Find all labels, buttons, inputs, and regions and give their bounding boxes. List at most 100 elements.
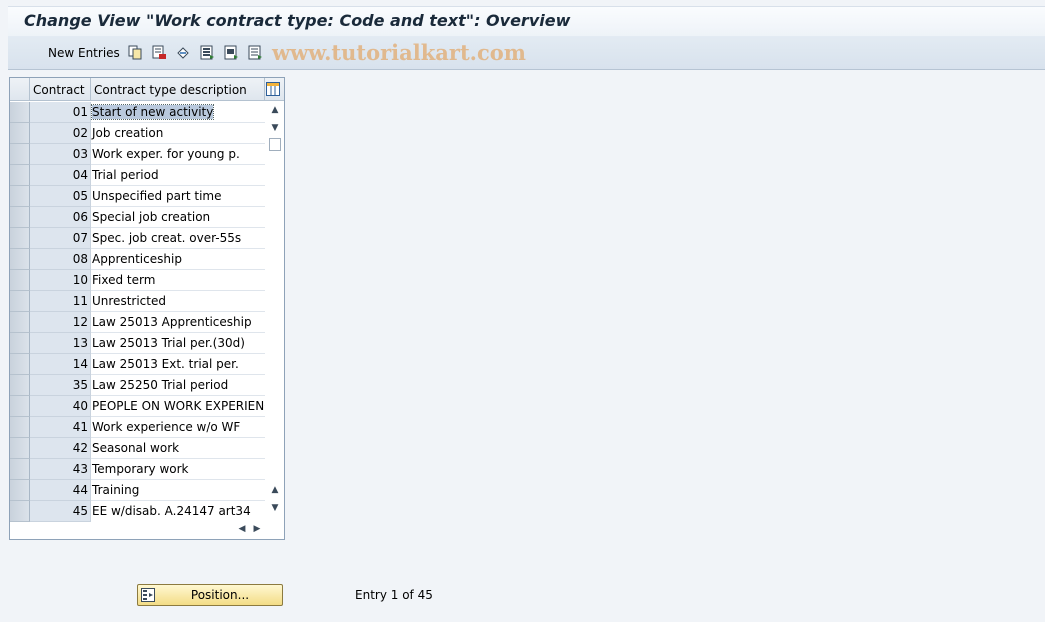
page-up-icon[interactable]: ▲ (269, 484, 281, 496)
description-cell[interactable]: EE w/disab. A.24147 art34 (91, 501, 265, 522)
table-row[interactable]: 44 Training (10, 480, 265, 501)
description-cell[interactable]: Seasonal work (91, 438, 265, 459)
scroll-up-icon[interactable]: ▲ (269, 104, 281, 116)
table-row[interactable]: 11 Unrestricted (10, 291, 265, 312)
description-cell[interactable]: Job creation (91, 123, 265, 144)
row-selector[interactable] (10, 501, 30, 522)
description-cell[interactable]: Law 25013 Ext. trial per. (91, 354, 265, 375)
delete-icon[interactable] (152, 45, 167, 60)
row-selector[interactable] (10, 312, 30, 333)
row-selector[interactable] (10, 165, 30, 186)
description-cell[interactable]: Fixed term (91, 270, 265, 291)
description-cell[interactable]: Unspecified part time (91, 186, 265, 207)
description-cell[interactable]: Temporary work (91, 459, 265, 480)
contract-code-cell: 11 (30, 291, 91, 312)
table-row[interactable]: 04 Trial period (10, 165, 265, 186)
contract-code-cell: 14 (30, 354, 91, 375)
scroll-thumb[interactable] (269, 138, 281, 151)
description-cell[interactable]: Apprenticeship (91, 249, 265, 270)
table-row[interactable]: 35 Law 25250 Trial period (10, 375, 265, 396)
description-cell[interactable]: Trial period (91, 165, 265, 186)
table-settings-icon[interactable] (266, 82, 280, 96)
horizontal-scrollbar[interactable]: ◀ ▶ (91, 521, 265, 538)
row-selector[interactable] (10, 207, 30, 228)
description-cell[interactable]: Work exper. for young p. (91, 144, 265, 165)
description-cell[interactable]: Work experience w/o WF (91, 417, 265, 438)
vertical-scrollbar[interactable]: ▲ ▼ ▲ ▼ (266, 102, 284, 521)
table-row[interactable]: 10 Fixed term (10, 270, 265, 291)
row-selector[interactable] (10, 333, 30, 354)
table-row[interactable]: 03 Work exper. for young p. (10, 144, 265, 165)
row-selector[interactable] (10, 228, 30, 249)
table-row[interactable]: 05 Unspecified part time (10, 186, 265, 207)
table-row[interactable]: 42 Seasonal work (10, 438, 265, 459)
select-all-rows-cell[interactable] (10, 78, 30, 101)
column-header-contract[interactable]: Contract (30, 78, 91, 101)
scroll-down-icon[interactable]: ▼ (269, 502, 281, 514)
table-row[interactable]: 02 Job creation (10, 123, 265, 144)
title-bar: Change View "Work contract type: Code an… (8, 6, 1045, 36)
table-row[interactable]: 08 Apprenticeship (10, 249, 265, 270)
row-selector[interactable] (10, 249, 30, 270)
table-row[interactable]: 14 Law 25013 Ext. trial per. (10, 354, 265, 375)
contract-code-cell: 08 (30, 249, 91, 270)
table-row[interactable]: 01 Start of new activity (10, 102, 265, 123)
description-cell[interactable]: Special job creation (91, 207, 265, 228)
table-row[interactable]: 07 Spec. job creat. over-55s (10, 228, 265, 249)
selected-text: Start of new activity (91, 104, 215, 120)
contract-type-table: Contract Contract type description 01 Sta… (9, 77, 285, 540)
row-selector[interactable] (10, 270, 30, 291)
new-entries-button[interactable]: New Entries (48, 46, 120, 60)
row-selector[interactable] (10, 102, 30, 123)
page-down-icon[interactable]: ▼ (269, 122, 281, 134)
contract-code-cell: 35 (30, 375, 91, 396)
table-row[interactable]: 13 Law 25013 Trial per.(30d) (10, 333, 265, 354)
description-cell[interactable]: Law 25013 Apprenticeship (91, 312, 265, 333)
copy-icon[interactable] (128, 45, 143, 60)
contract-code-cell: 40 (30, 396, 91, 417)
description-cell[interactable]: PEOPLE ON WORK EXPERIENCE (91, 396, 265, 417)
contract-code-cell: 07 (30, 228, 91, 249)
row-selector[interactable] (10, 186, 30, 207)
description-cell[interactable]: Unrestricted (91, 291, 265, 312)
description-cell[interactable]: Spec. job creat. over-55s (91, 228, 265, 249)
scroll-right-icon[interactable]: ▶ (251, 523, 263, 535)
deselect-all-icon[interactable] (248, 45, 263, 60)
contract-code-cell: 05 (30, 186, 91, 207)
description-cell[interactable]: Law 25013 Trial per.(30d) (91, 333, 265, 354)
row-selector[interactable] (10, 396, 30, 417)
row-selector[interactable] (10, 123, 30, 144)
row-selector[interactable] (10, 480, 30, 501)
table-row[interactable]: 40 PEOPLE ON WORK EXPERIENCE (10, 396, 265, 417)
contract-code-cell: 45 (30, 501, 91, 522)
description-cell[interactable]: Training (91, 480, 265, 501)
contract-code-cell: 12 (30, 312, 91, 333)
table-row[interactable]: 41 Work experience w/o WF (10, 417, 265, 438)
row-selector[interactable] (10, 417, 30, 438)
position-button[interactable]: Position... (137, 584, 283, 606)
table-row[interactable]: 06 Special job creation (10, 207, 265, 228)
contract-code-cell: 13 (30, 333, 91, 354)
select-all-icon[interactable] (200, 45, 215, 60)
contract-code-cell: 10 (30, 270, 91, 291)
table-row[interactable]: 43 Temporary work (10, 459, 265, 480)
select-block-icon[interactable] (224, 45, 239, 60)
description-cell[interactable]: Law 25250 Trial period (91, 375, 265, 396)
row-selector[interactable] (10, 144, 30, 165)
row-selector[interactable] (10, 354, 30, 375)
table-row[interactable]: 45 EE w/disab. A.24147 art34 (10, 501, 265, 522)
undo-change-icon[interactable] (176, 45, 191, 60)
table-row[interactable]: 12 Law 25013 Apprenticeship (10, 312, 265, 333)
column-header-description[interactable]: Contract type description (91, 78, 265, 101)
description-cell[interactable]: Start of new activity (91, 102, 265, 123)
page-title: Change View "Work contract type: Code an… (24, 11, 571, 30)
contract-code-cell: 44 (30, 480, 91, 501)
row-selector[interactable] (10, 438, 30, 459)
row-selector[interactable] (10, 459, 30, 480)
scroll-left-icon[interactable]: ◀ (236, 523, 248, 535)
row-selector[interactable] (10, 375, 30, 396)
watermark: www.tutorialkart.com (272, 40, 526, 65)
row-selector[interactable] (10, 291, 30, 312)
table-header: Contract Contract type description (10, 78, 284, 101)
table-body: 01 Start of new activity 02 Job creation 03 W… (10, 102, 265, 522)
